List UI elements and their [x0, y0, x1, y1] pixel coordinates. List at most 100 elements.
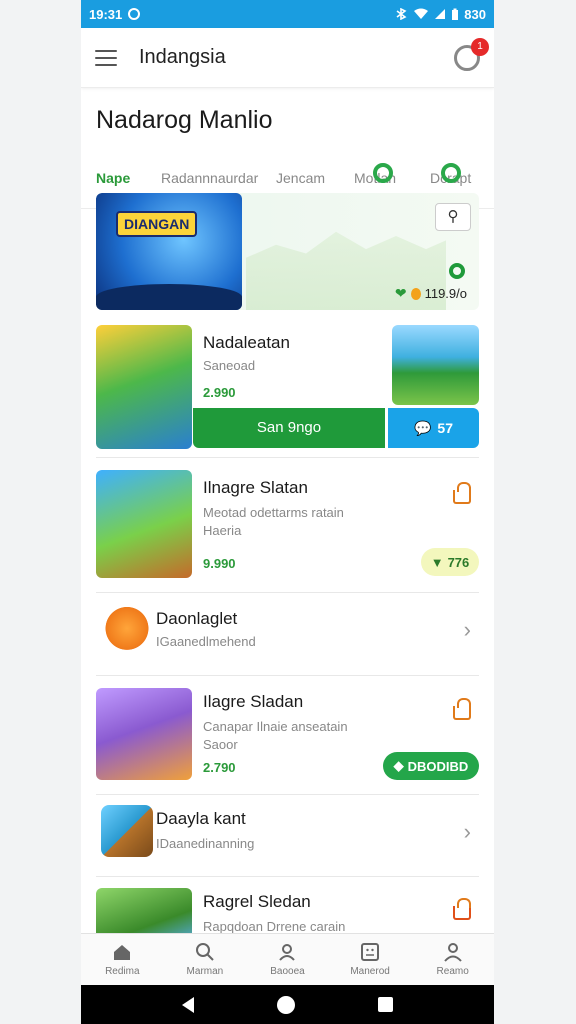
status-time: 19:31 [89, 6, 123, 22]
nav-grid[interactable]: Manerod [329, 934, 412, 985]
divider [96, 592, 479, 593]
bluetooth-icon [396, 8, 407, 20]
chat-icon: 💬 [413, 419, 432, 436]
app-subtitle: IGaanedlmehend [156, 634, 256, 649]
featured-banner[interactable]: DIANGAN ⚲ ❤ 119.9/o [96, 193, 479, 310]
coin-icon [410, 287, 421, 300]
divider [96, 794, 479, 795]
pill-value: DBODIBD [407, 758, 469, 774]
install-button[interactable]: San 9ngo [193, 408, 385, 448]
search-green-icon[interactable] [441, 163, 461, 183]
chevron-right-icon[interactable]: › [464, 617, 471, 643]
app-price: 2.790 [203, 760, 236, 775]
nav-label: Redima [105, 966, 140, 977]
app-bar: Indangsia 1 [81, 28, 494, 88]
list-item[interactable]: Daonlaglet IGaanedlmehend › [96, 605, 479, 665]
nav-people[interactable]: Baooea [246, 934, 329, 985]
app-subtitle: Meotad odettarms ratain [203, 505, 344, 520]
app-subtitle: Rapqdoan Drrene carain [203, 919, 346, 933]
app-title: Daayla kant [156, 809, 246, 828]
nav-label: Marman [186, 966, 224, 977]
app-card[interactable]: Ilnagre Slatan Meotad odettarms ratain H… [96, 470, 479, 578]
tag-icon: ▼ [430, 554, 444, 570]
phone-screen: 19:31 830 Indangsia 1 Nadarog Manlio Nap… [81, 0, 494, 1024]
list-item[interactable]: Daayla kant IDaanedinanning › [96, 805, 479, 865]
app-subtitle: Canapar Ilnaie anseatain [203, 719, 348, 734]
app-thumbnail [96, 470, 192, 578]
nav-search[interactable]: Marman [164, 934, 247, 985]
app-thumbnail [96, 888, 192, 933]
status-dot-icon [449, 263, 465, 279]
nav-profile[interactable]: Reamo [411, 934, 494, 985]
people-icon [277, 942, 297, 962]
nav-label: Reamo [436, 966, 469, 977]
basket-icon[interactable] [453, 898, 471, 920]
app-title: Indangsia [139, 46, 226, 68]
app-icon [101, 805, 153, 857]
install-pill[interactable]: ◆ DBODIBD [383, 752, 479, 780]
tab-radannnaurdar[interactable]: Radannnaurdar [161, 170, 258, 186]
app-thumbnail [96, 325, 192, 449]
bottom-navigation: Redima Marman Baooea Manerod Reamo [81, 933, 494, 985]
basket-icon[interactable] [453, 482, 471, 504]
divider [96, 876, 479, 877]
app-subtitle: IDaanedinanning [156, 836, 255, 851]
app-title: Ilnagre Slatan [203, 478, 308, 497]
comment-count: 57 [437, 420, 453, 436]
grid-icon [360, 942, 380, 962]
tab-jencam[interactable]: Jencam [276, 170, 325, 186]
notification-badge: 1 [471, 37, 489, 56]
featured-price-value: 119.9/o [424, 286, 467, 301]
search-icon[interactable]: ⚲ [435, 203, 471, 231]
app-subtitle: Saneoad [203, 358, 256, 373]
divider [96, 457, 479, 458]
nav-label: Baooea [270, 966, 305, 977]
app-subtitle-2: Saoor [203, 737, 238, 752]
section-header: Nadarog Manlio [81, 88, 494, 135]
signal-icon [435, 9, 446, 19]
recent-apps-icon[interactable] [377, 997, 393, 1012]
app-title: Ilagre Sladan [203, 692, 304, 711]
leaf-icon: ◆ [393, 758, 404, 773]
section-title: Nadarog Manlio [96, 106, 273, 134]
home-icon [112, 942, 132, 962]
divider [96, 675, 479, 676]
home-button-icon[interactable] [276, 995, 295, 1014]
notification-icon[interactable]: 1 [454, 37, 489, 71]
featured-image: DIANGAN [96, 193, 242, 310]
basket-icon[interactable] [453, 698, 471, 720]
battery-level: 830 [464, 6, 486, 22]
nav-home[interactable]: Redima [81, 934, 164, 985]
app-price: 9.990 [203, 556, 236, 571]
app-title: Daonlaglet [156, 609, 238, 628]
status-bar: 19:31 830 [81, 0, 494, 28]
pill-value: 776 [447, 554, 470, 570]
wifi-icon [414, 8, 429, 19]
price-pill[interactable]: ▼ 776 [421, 548, 479, 576]
app-title: Ragrel Sledan [203, 892, 311, 911]
back-icon[interactable] [182, 996, 195, 1013]
menu-icon[interactable] [95, 49, 117, 66]
app-title: Nadaleatan [203, 333, 290, 352]
app-card[interactable]: Ilagre Sladan Canapar Ilnaie anseatain S… [96, 688, 479, 780]
app-price: 2.990 [203, 385, 236, 400]
app-thumbnail [96, 688, 192, 780]
app-card[interactable]: Ragrel Sledan Rapqdoan Drrene carain [96, 888, 479, 933]
featured-logo: DIANGAN [116, 211, 198, 237]
comment-button[interactable]: 💬 57 [388, 408, 479, 448]
tab-nape[interactable]: Nape [96, 170, 130, 186]
heart-icon: ❤ [394, 285, 407, 301]
app-subtitle-2: Haeria [203, 523, 242, 538]
chevron-right-icon[interactable]: › [464, 819, 471, 845]
nav-label: Manerod [350, 966, 390, 977]
shield-icon[interactable] [373, 163, 393, 183]
app-card[interactable]: Nadaleatan Saneoad 2.990 San 9ngo 💬 57 [96, 325, 479, 449]
screenshot-thumbnail[interactable] [392, 325, 479, 405]
app-icon [101, 605, 153, 657]
system-navigation-bar [81, 985, 494, 1024]
battery-icon [452, 8, 459, 20]
profile-icon [443, 942, 463, 962]
search-icon [195, 942, 215, 962]
featured-price: ❤ 119.9/o [395, 285, 467, 302]
sync-icon [128, 8, 141, 20]
